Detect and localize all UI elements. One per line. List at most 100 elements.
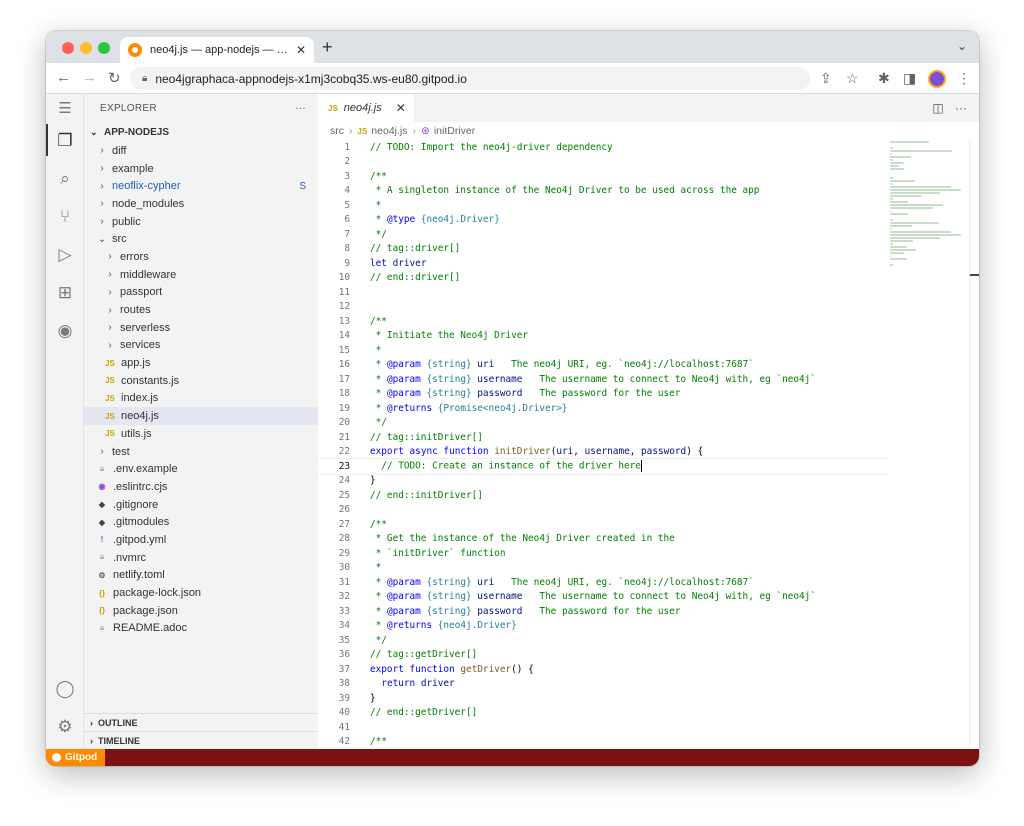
- close-editor-tab-icon[interactable]: ✕: [396, 101, 406, 115]
- code-line[interactable]: 22 export async function initDriver(uri, …: [318, 445, 888, 460]
- folder-item[interactable]: › routes: [84, 301, 318, 319]
- folder-item[interactable]: › test: [84, 443, 318, 461]
- code-line[interactable]: 39}: [318, 691, 888, 706]
- folder-item[interactable]: ⌄ src: [84, 230, 318, 248]
- code-line[interactable]: 9 let driver: [318, 256, 888, 271]
- code-line[interactable]: 2: [318, 155, 888, 170]
- file-item[interactable]: {} package.json: [84, 602, 318, 620]
- code-line[interactable]: 32 * @param {string} username The userna…: [318, 590, 888, 605]
- code-line[interactable]: 20 */: [318, 416, 888, 431]
- code-line[interactable]: 33 * @param {string} password The passwo…: [318, 604, 888, 619]
- settings-gear-icon[interactable]: ⚙: [54, 716, 76, 738]
- code-line[interactable]: 21 // tag::initDriver[]: [318, 430, 888, 445]
- code-line[interactable]: 4 * A singleton instance of the Neo4j Dr…: [318, 184, 888, 199]
- folder-item[interactable]: › example: [84, 160, 318, 178]
- gitpod-status-button[interactable]: Gitpod: [46, 749, 106, 766]
- editor-scrollbar[interactable]: [969, 140, 979, 749]
- lock-icon[interactable]: 🔒︎: [142, 73, 147, 84]
- menu-icon[interactable]: ☰: [54, 98, 76, 120]
- code-line[interactable]: 38 return driver: [318, 677, 888, 692]
- folder-item[interactable]: › passport: [84, 284, 318, 302]
- side-panel-icon[interactable]: ◨: [903, 70, 916, 87]
- extensions-puzzle-icon[interactable]: ✱: [878, 70, 890, 87]
- code-line[interactable]: 24}: [318, 474, 888, 489]
- code-line[interactable]: 17 * @param {string} username The userna…: [318, 372, 888, 387]
- file-item[interactable]: ⚙ netlify.toml: [84, 567, 318, 585]
- file-item[interactable]: ≡ README.adoc: [84, 620, 318, 638]
- address-bar[interactable]: 🔒︎ neo4jgraphaca-appnodejs-x1mj3cobq35.w…: [130, 67, 810, 90]
- code-line[interactable]: 1 // TODO: Import the neo4j-driver depend…: [318, 140, 888, 155]
- file-item[interactable]: JS utils.js: [84, 425, 318, 443]
- minimap[interactable]: [890, 140, 968, 266]
- code-line[interactable]: 41: [318, 720, 888, 735]
- source-control-icon[interactable]: ⑂: [54, 206, 76, 228]
- code-line[interactable]: 5 *: [318, 198, 888, 213]
- browser-menu-icon[interactable]: ⋮: [957, 70, 971, 87]
- timeline-section[interactable]: › TIMELINE: [84, 731, 318, 749]
- reload-icon[interactable]: ↻: [108, 69, 121, 87]
- explorer-more-icon[interactable]: ···: [295, 103, 306, 114]
- code-line[interactable]: 30 *: [318, 561, 888, 576]
- code-line[interactable]: 28 * Get the instance of the Neo4j Drive…: [318, 532, 888, 547]
- file-item[interactable]: ≡ .env.example: [84, 460, 318, 478]
- code-line[interactable]: 40 // end::getDriver[]: [318, 706, 888, 721]
- code-line[interactable]: 29 * `initDriver` function: [318, 546, 888, 561]
- code-editor[interactable]: 1 // TODO: Import the neo4j-driver depend…: [318, 140, 888, 749]
- forward-arrow-icon[interactable]: →: [82, 69, 97, 86]
- editor-tab-neo4j[interactable]: JS neo4j.js ✕: [318, 94, 414, 122]
- code-line[interactable]: 37 export function getDriver() {: [318, 662, 888, 677]
- code-line[interactable]: 34 * @returns {neo4j.Driver}: [318, 619, 888, 634]
- code-line[interactable]: 14 * Initiate the Neo4j Driver: [318, 329, 888, 344]
- share-icon[interactable]: ⇪: [820, 70, 832, 87]
- split-editor-icon[interactable]: ◫: [932, 101, 943, 115]
- run-debug-icon[interactable]: ▷: [54, 244, 76, 266]
- code-line[interactable]: 36 // tag::getDriver[]: [318, 648, 888, 663]
- back-arrow-icon[interactable]: ←: [56, 69, 71, 86]
- minimize-window-button[interactable]: [80, 42, 92, 54]
- code-line[interactable]: 10 // end::driver[]: [318, 271, 888, 286]
- code-line[interactable]: 18 * @param {string} password The passwo…: [318, 387, 888, 402]
- breadcrumb-symbol[interactable]: initDriver: [434, 125, 475, 137]
- code-line[interactable]: 3 /**: [318, 169, 888, 184]
- code-line[interactable]: 11: [318, 285, 888, 300]
- extensions-icon[interactable]: ⊞: [54, 282, 76, 304]
- file-item[interactable]: ◆ .gitignore: [84, 496, 318, 514]
- browser-tab[interactable]: neo4j.js — app-nodejs — Gitpod ✕: [120, 37, 314, 63]
- file-item[interactable]: ! .gitpod.yml: [84, 531, 318, 549]
- maximize-window-button[interactable]: [98, 42, 110, 54]
- file-item[interactable]: JS index.js: [84, 390, 318, 408]
- code-line[interactable]: 12: [318, 300, 888, 315]
- code-line[interactable]: 13 /**: [318, 314, 888, 329]
- code-line[interactable]: 26: [318, 503, 888, 518]
- code-line[interactable]: 25 // end::initDriver[]: [318, 488, 888, 503]
- workspace-root[interactable]: ⌄ APP-NODEJS: [84, 122, 318, 142]
- file-item[interactable]: ◉ .eslintrc.cjs: [84, 478, 318, 496]
- file-item[interactable]: JS neo4j.js: [84, 407, 318, 425]
- scrollbar-thumb[interactable]: [970, 274, 979, 276]
- github-icon[interactable]: ◉: [54, 320, 76, 342]
- close-tab-icon[interactable]: ✕: [296, 43, 306, 57]
- folder-item[interactable]: › public: [84, 213, 318, 231]
- file-item[interactable]: JS app.js: [84, 354, 318, 372]
- close-window-button[interactable]: [62, 42, 74, 54]
- code-line[interactable]: 7 */: [318, 227, 888, 242]
- explorer-files-icon[interactable]: ❐: [54, 130, 76, 152]
- folder-item[interactable]: › node_modules: [84, 195, 318, 213]
- code-line[interactable]: 35 */: [318, 633, 888, 648]
- code-line[interactable]: 19 * @returns {Promise<neo4j.Driver>}: [318, 401, 888, 416]
- code-line[interactable]: 27 /**: [318, 517, 888, 532]
- new-tab-button[interactable]: +: [322, 37, 333, 58]
- breadcrumb-file[interactable]: neo4j.js: [371, 125, 407, 137]
- folder-item[interactable]: › errors: [84, 248, 318, 266]
- profile-avatar[interactable]: [928, 70, 946, 88]
- code-line[interactable]: 31 * @param {string} uri The neo4j URI, …: [318, 575, 888, 590]
- editor-more-icon[interactable]: ···: [955, 101, 967, 115]
- code-line[interactable]: 23 // TODO: Create an instance of the dr…: [318, 458, 888, 475]
- search-icon[interactable]: ⌕: [54, 168, 76, 190]
- folder-item[interactable]: › services: [84, 337, 318, 355]
- folder-item[interactable]: › middleware: [84, 266, 318, 284]
- outline-section[interactable]: › OUTLINE: [84, 713, 318, 731]
- code-line[interactable]: 15 *: [318, 343, 888, 358]
- folder-item[interactable]: › diff: [84, 142, 318, 160]
- breadcrumb-src[interactable]: src: [330, 125, 344, 137]
